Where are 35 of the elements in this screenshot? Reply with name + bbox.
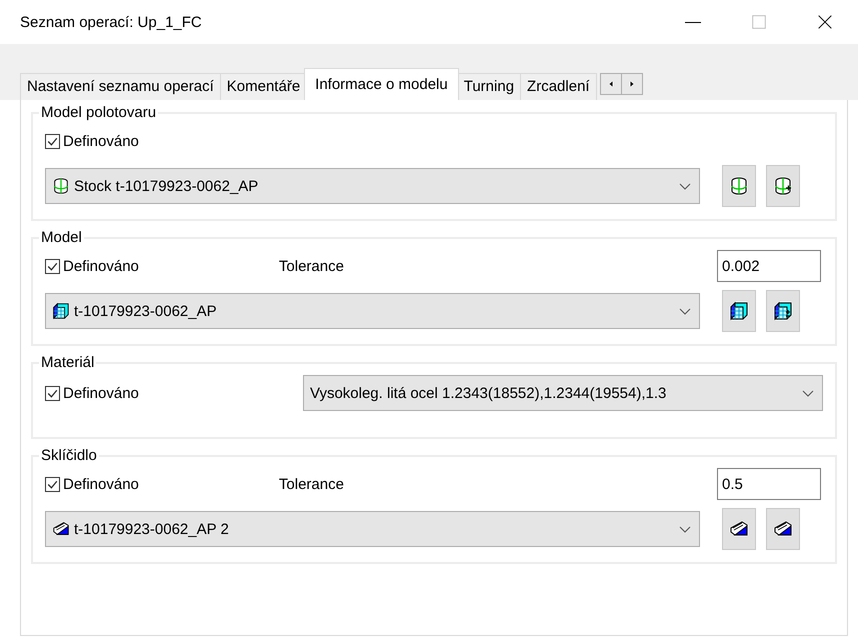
cylinder-icon [52,177,70,195]
dropdown[interactable]: Vysokoleg. litá ocel 1.2343(18552),1.2344(19554),1.3 [303,375,823,411]
tolerance-field[interactable]: 0.002 [717,250,821,282]
checkbox[interactable]: Definováno [45,258,139,274]
cube-icon [773,301,793,321]
tolerance-field[interactable]: 0.5 [717,468,821,500]
window-title: Seznam operací: Up_1_FC [20,14,202,30]
cylinder-icon [729,176,749,196]
tab[interactable]: Informace o modelu [304,68,459,100]
tolerance-label: Tolerance [278,476,344,492]
maximize-icon [750,13,768,31]
icon-button[interactable] [722,290,756,332]
icon-button[interactable] [766,165,800,207]
cube-icon [729,301,749,321]
checkbox[interactable]: Definováno [45,132,139,150]
checkbox[interactable]: Definováno [45,384,139,402]
dropdown[interactable]: t-10179923-0062_AP [45,293,700,329]
close-icon [816,13,834,31]
icon-button[interactable] [722,508,756,550]
group-title: Model [40,229,83,246]
cube-icon [52,302,70,320]
fixture-icon [52,520,70,538]
cylinder-icon [773,176,793,196]
tolerance-label: Tolerance [278,258,344,274]
group-title: Materiál [40,354,96,371]
dropdown[interactable]: Stock t-10179923-0062_AP [45,168,700,204]
group-title: Model polotovaru [40,104,158,121]
checkbox[interactable]: Definováno [45,476,139,492]
icon-button[interactable] [766,508,800,550]
icon-button[interactable] [722,165,756,207]
group-title: Sklíčidlo [40,447,98,464]
tab[interactable]: Nastavení seznamu operací [20,73,221,100]
tab[interactable]: Zrcadlení [520,73,597,100]
dropdown[interactable]: t-10179923-0062_AP 2 [45,511,700,547]
icon-button[interactable] [766,290,800,332]
